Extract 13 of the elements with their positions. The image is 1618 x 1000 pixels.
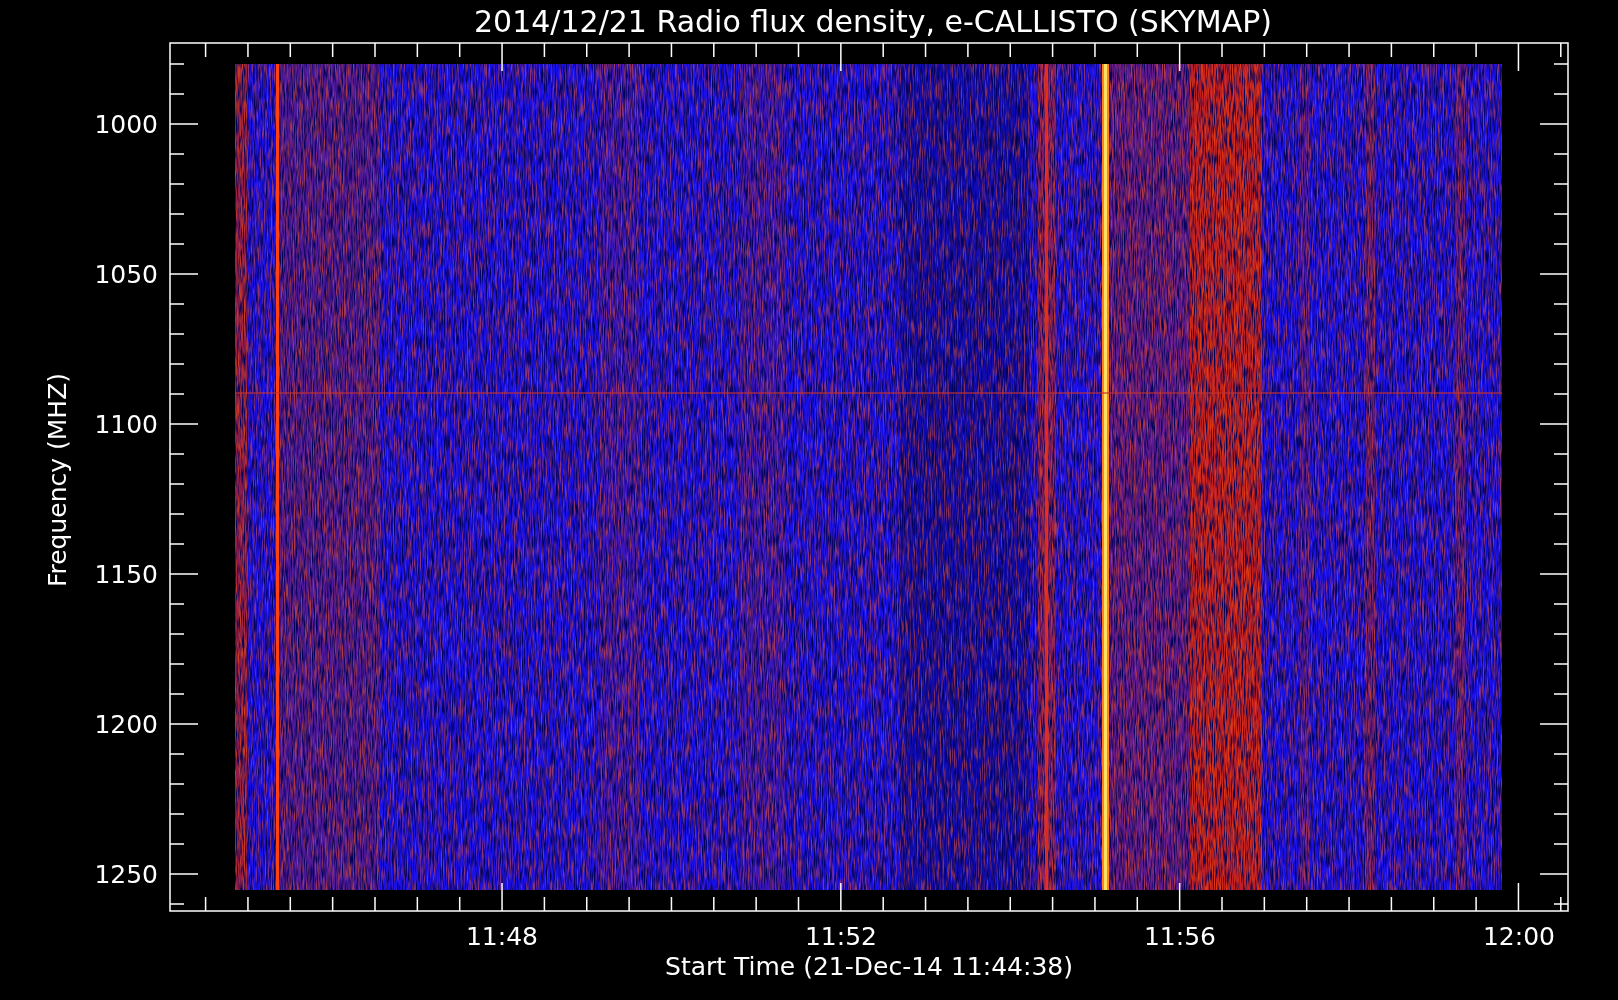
y-tick-label: 1200	[94, 710, 158, 739]
y-tick-label: 1250	[94, 860, 158, 889]
chart-title: 2014/12/21 Radio flux density, e-CALLISTO (SKYMAP)	[474, 4, 1272, 39]
y-tick-label: 1150	[94, 560, 158, 589]
y-axis-label: Frequency (MHZ)	[43, 372, 72, 588]
y-tick-label: 1100	[94, 410, 158, 439]
y-tick-label: 1000	[94, 110, 158, 139]
y-tick-label: 1050	[94, 260, 158, 289]
x-axis-label: Start Time (21-Dec-14 11:44:38)	[665, 952, 1073, 981]
x-tick-label: 12:00	[1483, 922, 1555, 951]
x-tick-label: 11:52	[805, 922, 877, 951]
x-tick-label: 11:56	[1144, 922, 1216, 951]
x-tick-label: 11:48	[466, 922, 538, 951]
